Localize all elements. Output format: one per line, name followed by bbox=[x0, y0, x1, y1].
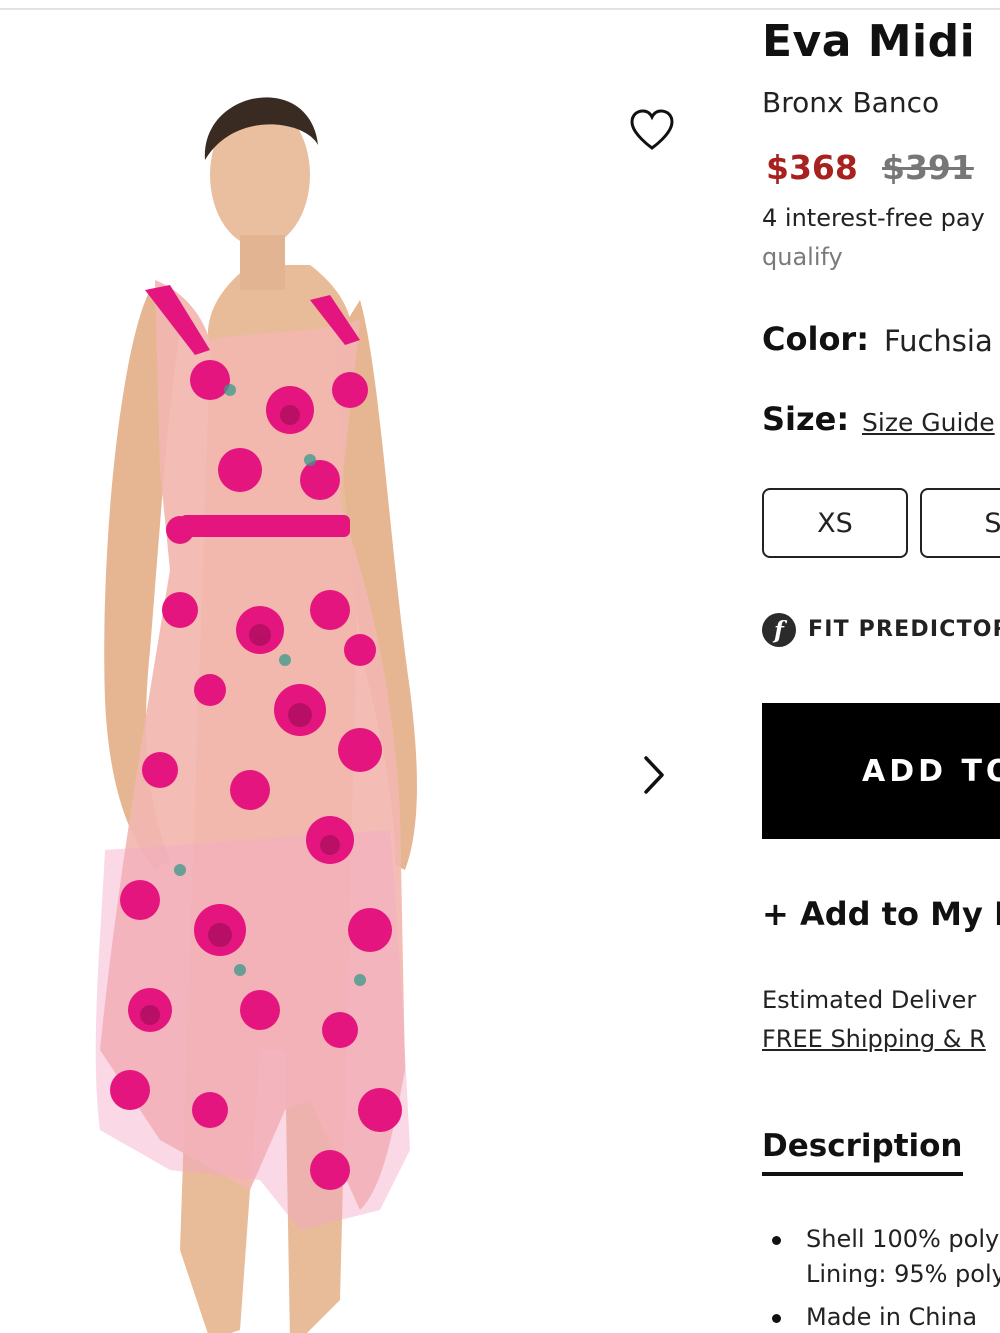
free-shipping-link[interactable]: FREE Shipping & R bbox=[762, 1025, 986, 1053]
color-value: Fuchsia bbox=[884, 324, 993, 358]
description-list: Shell 100% poly Lining: 95% poly Made in… bbox=[762, 1222, 1000, 1333]
description-item-text: Shell 100% poly bbox=[806, 1225, 1000, 1253]
list-item: Lining: 95% poly bbox=[762, 1257, 1000, 1292]
original-price: $391 bbox=[882, 148, 974, 187]
chevron-right-icon[interactable] bbox=[636, 750, 672, 800]
add-to-list-link[interactable]: + Add to My L bbox=[762, 895, 1000, 933]
bullet-icon bbox=[772, 1314, 781, 1323]
installments-text: 4 interest-free pay bbox=[762, 204, 985, 232]
list-item: Made in China bbox=[762, 1300, 1000, 1333]
estimated-delivery-text: Estimated Deliver bbox=[762, 986, 977, 1014]
description-item-text: Lining: 95% poly bbox=[806, 1260, 1000, 1288]
list-item: Shell 100% poly bbox=[762, 1222, 1000, 1257]
wishlist-heart-icon[interactable] bbox=[626, 106, 678, 154]
installments-qualify-text: qualify bbox=[762, 243, 843, 271]
tab-description[interactable]: Description bbox=[762, 1128, 963, 1176]
size-option-xs[interactable]: XS bbox=[762, 488, 908, 558]
color-label: Color: bbox=[762, 320, 869, 358]
size-option-s[interactable]: S bbox=[920, 488, 1000, 558]
fit-predictor-logo-icon: f bbox=[762, 613, 796, 647]
size-guide-link[interactable]: Size Guide bbox=[862, 408, 995, 437]
description-item-text: Made in China bbox=[806, 1303, 978, 1331]
size-label: Size: bbox=[762, 400, 850, 438]
brand-name[interactable]: Bronx Banco bbox=[762, 86, 939, 119]
bullet-icon bbox=[772, 1236, 781, 1245]
product-details-panel: Eva Midi Bronx Banco $368 $391 4 interes… bbox=[762, 0, 1000, 1333]
fit-predictor-link[interactable]: FIT PREDICTOR bbox=[808, 617, 1000, 642]
add-to-bag-button[interactable]: ADD TO bbox=[762, 703, 1000, 839]
product-title: Eva Midi bbox=[762, 16, 976, 67]
sale-price: $368 bbox=[766, 148, 858, 187]
product-page: Eva Midi Bronx Banco $368 $391 4 interes… bbox=[0, 0, 1000, 1333]
product-image-gallery[interactable] bbox=[0, 10, 740, 1333]
product-image bbox=[95, 97, 417, 1333]
